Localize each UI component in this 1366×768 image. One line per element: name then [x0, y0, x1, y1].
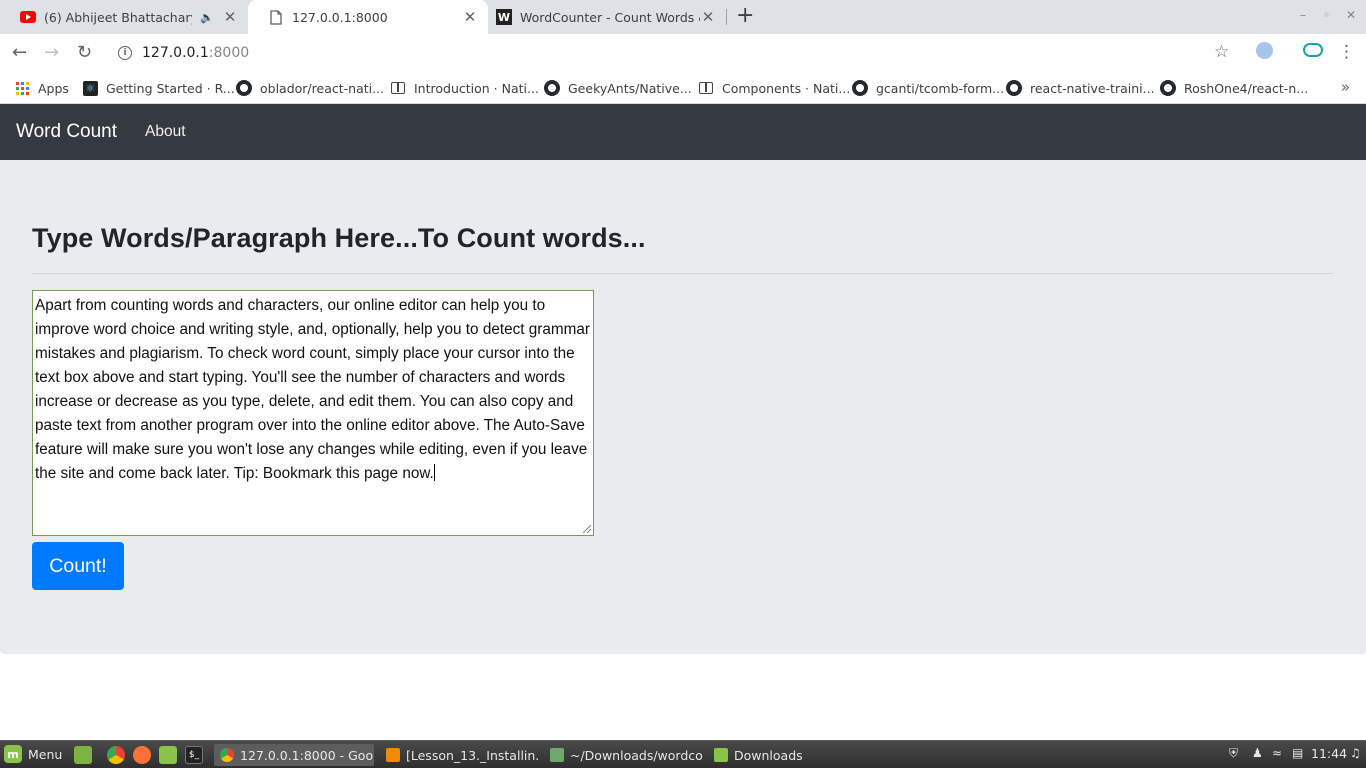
restore-icon[interactable]: ◦: [1323, 8, 1330, 22]
github-icon: [1006, 80, 1022, 96]
github-icon: [1160, 80, 1176, 96]
music-icon[interactable]: ♫: [1350, 746, 1361, 760]
react-icon: ⚛: [82, 80, 98, 96]
resize-handle-icon[interactable]: [583, 525, 591, 533]
tab-title: (6) Abhijeet Bhattacharya T: [44, 9, 192, 25]
speaker-icon[interactable]: 🔈: [200, 11, 214, 24]
taskbar-window[interactable]: Downloads: [708, 744, 868, 766]
menu-dots-icon[interactable]: ⋮: [1338, 42, 1355, 62]
bookmark-item[interactable]: Introduction · Nati...: [390, 78, 539, 98]
textarea-content: Apart from counting words and characters…: [35, 297, 590, 482]
files-icon[interactable]: [159, 746, 177, 764]
chevron-right-icon[interactable]: »: [1341, 78, 1350, 96]
bookmark-label: GeekyAnts/Native...: [568, 80, 692, 96]
star-icon[interactable]: ☆: [1214, 42, 1229, 62]
bookmark-item[interactable]: Components · Nati...: [698, 78, 850, 98]
chrome-icon: [220, 748, 234, 762]
bookmark-label: gcanti/tcomb-form...: [876, 80, 1005, 96]
back-icon[interactable]: ←: [12, 42, 27, 64]
bookmarks-bar: Apps ⚛ Getting Started · R... oblador/re…: [0, 72, 1366, 104]
tab-wordcounter[interactable]: W WordCounter - Count Words & ✕: [476, 0, 726, 34]
start-menu-button[interactable]: m Menu: [4, 745, 62, 763]
tab-strip: (6) Abhijeet Bhattacharya T 🔈 ✕ 127.0.0.…: [0, 0, 1366, 34]
bookmark-label: oblador/react-nati...: [260, 80, 385, 96]
window-title: Downloads: [734, 747, 803, 763]
editor-icon: [550, 748, 564, 762]
bookmark-item[interactable]: GeekyAnts/Native...: [544, 78, 692, 98]
tab-separator: [726, 9, 727, 25]
bookmark-apps[interactable]: Apps: [14, 78, 69, 98]
navbar-brand[interactable]: Word Count: [16, 121, 117, 143]
extension-icon[interactable]: [1256, 42, 1273, 64]
bookmark-label: RoshOne4/react-n...: [1184, 80, 1309, 96]
clock[interactable]: 11:44: [1311, 746, 1347, 761]
taskbar-window[interactable]: 127.0.0.1:8000 - Goo...: [214, 744, 374, 766]
bookmark-label: Introduction · Nati...: [414, 80, 539, 96]
count-button[interactable]: Count!: [32, 542, 124, 590]
close-tab-icon[interactable]: ✕: [700, 8, 716, 26]
taskbar-window[interactable]: [Lesson_13._Installin...: [380, 744, 540, 766]
text-cursor: [433, 464, 435, 481]
terminal-icon[interactable]: $_: [185, 746, 203, 764]
tab-title: 127.0.0.1:8000: [292, 9, 388, 25]
menu-label: Menu: [28, 746, 63, 762]
tab-title: WordCounter - Count Words &: [520, 9, 700, 25]
bookmark-item[interactable]: react-native-traini...: [1006, 78, 1155, 98]
book-icon: [698, 80, 714, 96]
minimize-icon[interactable]: –: [1300, 8, 1306, 22]
github-icon: [236, 80, 252, 96]
book-icon: [390, 80, 406, 96]
extension-icon[interactable]: [1303, 42, 1323, 62]
chrome-icon[interactable]: [107, 746, 125, 764]
clipboard-icon[interactable]: ▤: [1292, 746, 1303, 760]
close-tab-icon[interactable]: ✕: [222, 8, 238, 26]
window-title: ~/Downloads/wordco...: [570, 747, 704, 763]
bookmark-label: react-native-traini...: [1030, 80, 1155, 96]
bookmark-item[interactable]: gcanti/tcomb-form...: [852, 78, 1004, 98]
forward-icon[interactable]: →: [44, 42, 59, 64]
bookmark-label: Components · Nati...: [722, 80, 851, 96]
mint-logo-icon: m: [4, 745, 22, 763]
url-port: :8000: [208, 45, 250, 61]
bookmark-item[interactable]: ⚛ Getting Started · R...: [82, 78, 235, 98]
firefox-icon[interactable]: [133, 746, 151, 764]
bookmark-item[interactable]: oblador/react-nati...: [236, 78, 384, 98]
folder-icon: [714, 748, 728, 762]
address-bar[interactable]: i 127.0.0.1:8000: [118, 41, 249, 65]
show-desktop-icon[interactable]: [74, 746, 92, 764]
wifi-icon[interactable]: ≈: [1272, 746, 1282, 760]
bookmark-item[interactable]: RoshOne4/react-n...: [1160, 78, 1308, 98]
github-icon: [544, 80, 560, 96]
bookmark-label: Getting Started · R...: [106, 80, 235, 96]
page-icon: [268, 9, 284, 25]
taskbar-window[interactable]: ~/Downloads/wordco...: [544, 744, 704, 766]
user-icon[interactable]: ♟: [1252, 746, 1263, 760]
tab-youtube[interactable]: (6) Abhijeet Bhattacharya T 🔈 ✕: [0, 0, 248, 34]
new-tab-icon[interactable]: +: [736, 4, 754, 28]
bookmark-label: Apps: [38, 80, 69, 96]
window-title: 127.0.0.1:8000 - Goo...: [240, 747, 374, 763]
reload-icon[interactable]: ↻: [77, 42, 92, 64]
wordcounter-icon: W: [496, 9, 512, 25]
window-title: [Lesson_13._Installin...: [406, 747, 540, 763]
url-host: 127.0.0.1: [142, 45, 209, 61]
github-icon: [852, 80, 868, 96]
jumbotron: Type Words/Paragraph Here...To Count wor…: [0, 160, 1366, 654]
nav-link-about[interactable]: About: [145, 123, 186, 141]
tab-localhost[interactable]: 127.0.0.1:8000 ✕: [248, 0, 488, 34]
shield-icon[interactable]: ⛨: [1229, 746, 1238, 761]
taskbar: m Menu $_ 127.0.0.1:8000 - Goo... [Lesso…: [0, 740, 1366, 768]
page-title: Type Words/Paragraph Here...To Count wor…: [32, 223, 646, 253]
text-input-area[interactable]: Apart from counting words and characters…: [32, 290, 594, 536]
apps-icon: [14, 80, 30, 96]
site-navbar: Word Count About: [0, 104, 1366, 160]
close-window-icon[interactable]: ✕: [1346, 8, 1356, 22]
youtube-icon: [20, 9, 36, 25]
vlc-icon: [386, 748, 400, 762]
divider: [32, 273, 1333, 274]
toolbar: ← → ↻ i 127.0.0.1:8000 ☆ ⋮: [0, 34, 1366, 72]
info-icon[interactable]: i: [118, 46, 132, 60]
